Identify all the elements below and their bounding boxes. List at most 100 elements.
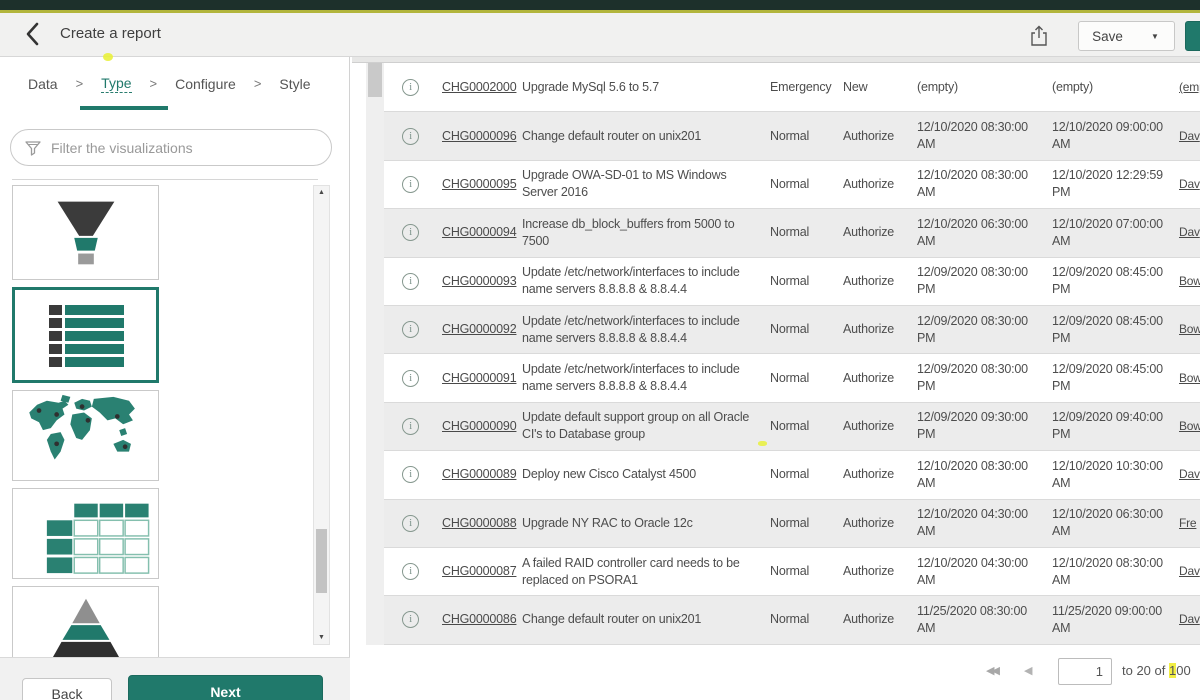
assigned-to-link[interactable]: Bow <box>1179 354 1200 401</box>
assigned-to-link[interactable]: Bow <box>1179 306 1200 353</box>
planned-end-cell: 12/10/2020 07:00:00 AM <box>1052 209 1172 256</box>
change-number-link[interactable]: CHG0000094 <box>442 209 522 256</box>
breadcrumb-step-configure[interactable]: Configure <box>175 76 236 92</box>
info-icon[interactable]: i <box>402 79 419 96</box>
table-scrollbar[interactable] <box>366 57 384 645</box>
table-row: i CHG0000087 A failed RAID controller ca… <box>384 548 1200 596</box>
change-number-link[interactable]: CHG0002000 <box>442 64 522 111</box>
table-row: i CHG0000086 Change default router on un… <box>384 596 1200 644</box>
assigned-to-link[interactable]: (empty) <box>1179 64 1200 111</box>
change-number-link[interactable]: CHG0000088 <box>442 500 522 547</box>
change-number-link[interactable]: CHG0000086 <box>442 596 522 643</box>
info-icon[interactable]: i <box>402 128 419 145</box>
info-icon[interactable]: i <box>402 611 419 628</box>
assigned-to-link[interactable]: Dav <box>1179 209 1200 256</box>
table-scrollbar-thumb[interactable] <box>368 59 382 97</box>
planned-end-cell: 12/09/2020 08:45:00 PM <box>1052 258 1172 305</box>
planned-start-cell: 12/10/2020 08:30:00 AM <box>917 112 1037 159</box>
info-icon[interactable]: i <box>402 418 419 435</box>
assigned-to-link[interactable]: Dav <box>1179 161 1200 208</box>
planned-start-cell: 11/25/2020 08:30:00 AM <box>917 596 1037 643</box>
browser-top-strip <box>0 0 1200 13</box>
change-table-body: i CHG0002000 Upgrade MySql 5.6 to 5.7 Em… <box>384 64 1200 645</box>
info-icon[interactable]: i <box>402 224 419 241</box>
page-number-input[interactable] <box>1058 658 1112 685</box>
share-button[interactable] <box>1024 23 1054 51</box>
breadcrumb-step-data[interactable]: Data <box>28 76 58 92</box>
short-description-cell: Update /etc/network/interfaces to includ… <box>522 306 752 353</box>
previous-page-icon[interactable]: ◀ <box>1024 664 1032 677</box>
table-row: i CHG0000092 Update /etc/network/interfa… <box>384 306 1200 354</box>
back-step-button[interactable]: Back <box>22 678 112 700</box>
planned-end-cell: 12/09/2020 08:45:00 PM <box>1052 306 1172 353</box>
info-icon[interactable]: i <box>402 466 419 483</box>
planned-start-cell: 12/09/2020 09:30:00 PM <box>917 403 1037 450</box>
left-panel: Data > Type > Configure > Style <box>0 57 350 700</box>
planned-end-cell: 12/10/2020 09:00:00 AM <box>1052 112 1172 159</box>
assigned-to-link[interactable]: Dav <box>1179 548 1200 595</box>
viz-thumb-world-map[interactable] <box>12 390 159 481</box>
table-header-strip <box>352 57 1200 63</box>
change-number-link[interactable]: CHG0000091 <box>442 354 522 401</box>
app-header: Create a report Save ▼ <box>0 13 1200 57</box>
save-dropdown-button[interactable]: ▼ <box>1136 21 1175 51</box>
scroll-up-icon[interactable]: ▲ <box>314 189 329 196</box>
next-step-button[interactable]: Next <box>128 675 323 700</box>
breadcrumb-step-style[interactable]: Style <box>279 76 310 92</box>
info-icon[interactable]: i <box>402 176 419 193</box>
heatmap-table-icon <box>13 489 158 578</box>
assigned-to-link[interactable]: Fre <box>1179 500 1200 547</box>
assigned-to-link[interactable]: Bow <box>1179 258 1200 305</box>
viz-thumb-funnel-chart[interactable] <box>12 185 159 280</box>
table-row: i CHG0000095 Upgrade OWA-SD-01 to MS Win… <box>384 161 1200 209</box>
planned-end-cell: 12/10/2020 06:30:00 AM <box>1052 500 1172 547</box>
back-button[interactable] <box>18 21 48 49</box>
change-number-link[interactable]: CHG0000089 <box>442 451 522 498</box>
visualization-list: ▲ ▼ <box>0 183 350 657</box>
info-icon[interactable]: i <box>402 515 419 532</box>
change-number-link[interactable]: CHG0000090 <box>442 403 522 450</box>
planned-start-cell: 12/10/2020 08:30:00 AM <box>917 161 1037 208</box>
change-number-link[interactable]: CHG0000096 <box>442 112 522 159</box>
change-number-link[interactable]: CHG0000087 <box>442 548 522 595</box>
info-icon[interactable]: i <box>402 273 419 290</box>
assigned-to-link[interactable]: Dav <box>1179 112 1200 159</box>
table-row: i CHG0000090 Update default support grou… <box>384 403 1200 451</box>
short-description-cell: Upgrade MySql 5.6 to 5.7 <box>522 64 752 111</box>
state-cell: New <box>843 64 913 111</box>
viz-scrollbar-thumb[interactable] <box>316 529 327 593</box>
short-description-cell: Change default router on unix201 <box>522 112 752 159</box>
first-page-icon[interactable]: ◀◀ <box>986 664 997 677</box>
filter-input[interactable] <box>51 140 318 156</box>
assigned-to-link[interactable]: Bow <box>1179 403 1200 450</box>
priority-cell: Normal <box>770 258 840 305</box>
state-cell: Authorize <box>843 209 913 256</box>
chevron-left-icon <box>22 21 44 47</box>
save-button[interactable]: Save <box>1078 21 1137 51</box>
caret-down-icon: ▼ <box>1151 32 1159 41</box>
breadcrumb-separator: > <box>150 76 158 91</box>
info-icon[interactable]: i <box>402 370 419 387</box>
run-button-partial[interactable] <box>1185 21 1200 51</box>
state-cell: Authorize <box>843 112 913 159</box>
state-cell: Authorize <box>843 354 913 401</box>
viz-thumb-heatmap-table[interactable] <box>12 488 159 579</box>
assigned-to-link[interactable]: Dav <box>1179 451 1200 498</box>
breadcrumb-step-type[interactable]: Type <box>101 75 131 93</box>
scroll-down-icon[interactable]: ▼ <box>314 634 329 641</box>
viz-thumb-list-selected[interactable] <box>12 287 159 383</box>
change-number-link[interactable]: CHG0000092 <box>442 306 522 353</box>
info-icon[interactable]: i <box>402 321 419 338</box>
cursor-highlight-artifact <box>103 53 113 61</box>
planned-start-cell: (empty) <box>917 64 1037 111</box>
info-icon[interactable]: i <box>402 563 419 580</box>
state-cell: Authorize <box>843 403 913 450</box>
assigned-to-link[interactable]: Dav <box>1179 596 1200 643</box>
viz-thumb-pyramid[interactable] <box>12 586 159 657</box>
active-step-indicator <box>80 106 168 110</box>
change-number-link[interactable]: CHG0000093 <box>442 258 522 305</box>
priority-cell: Normal <box>770 112 840 159</box>
cursor-highlight-artifact <box>758 441 767 446</box>
change-number-link[interactable]: CHG0000095 <box>442 161 522 208</box>
viz-list-scrollbar[interactable]: ▲ ▼ <box>313 185 330 645</box>
